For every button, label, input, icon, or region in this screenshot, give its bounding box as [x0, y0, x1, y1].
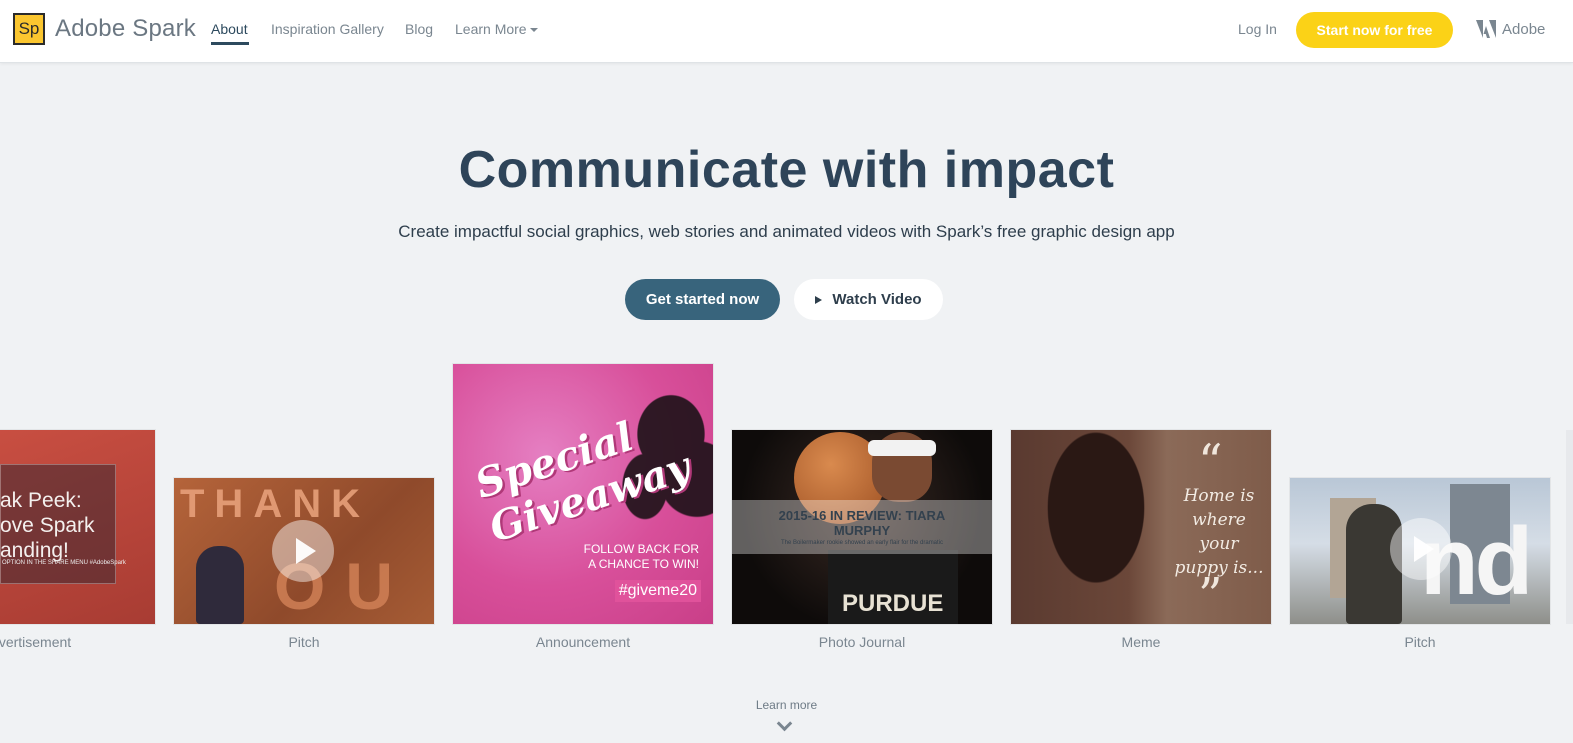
hero-subtitle: Create impactful social graphics, web st…	[398, 222, 1175, 241]
watch-video-button[interactable]: Watch Video	[794, 279, 943, 320]
card-image-tag: #giveme20	[614, 580, 701, 602]
gallery-card-photo-journal[interactable]: PURDUE 2015-16 IN REVIEW: TIARA MURPHY Th…	[732, 430, 992, 624]
card-label-announcement: Announcement	[535, 634, 631, 650]
video-play-icon[interactable]	[1390, 518, 1452, 580]
card-image-headband	[868, 440, 936, 456]
card-image-text: THANK	[180, 482, 370, 526]
card-image-subtext: OPTION IN THE SHARE MENU #AdobeSpark	[2, 560, 126, 566]
login-link[interactable]: Log In	[1238, 21, 1277, 37]
nav-learn-more-label: Learn More	[455, 21, 527, 37]
nav-blog[interactable]: Blog	[405, 21, 433, 37]
card-label-pitch: Pitch	[288, 634, 320, 650]
card-image-person	[196, 546, 244, 624]
gallery-next-card-edge	[1566, 430, 1573, 624]
card-label-pitch-2: Pitch	[1404, 634, 1436, 650]
card-image-text-2: PURDUE	[842, 590, 944, 617]
scroll-down-chevron-icon[interactable]	[776, 715, 793, 732]
gallery-card-announcement[interactable]: Special Giveaway FOLLOW BACK FOR A CHANCE …	[453, 364, 713, 624]
learn-more-link[interactable]: Learn more	[0, 698, 1573, 712]
nav-about[interactable]: About	[211, 21, 248, 37]
card-label-photo-journal: Photo Journal	[818, 634, 906, 650]
quote-close-icon: ”	[1198, 568, 1223, 624]
start-now-button[interactable]: Start now for free	[1296, 12, 1453, 48]
video-play-icon[interactable]	[272, 520, 334, 582]
card-image-subtext: The Boilermaker rookie showed an early f…	[780, 540, 944, 546]
get-started-button[interactable]: Get started now	[625, 279, 780, 320]
card-label-meme: Meme	[1121, 634, 1161, 650]
spark-logo-icon[interactable]: Sp	[13, 13, 45, 45]
adobe-link[interactable]: Adobe	[1476, 20, 1545, 38]
card-image-dog	[1021, 430, 1171, 624]
watch-video-label: Watch Video	[832, 291, 922, 308]
play-icon	[815, 295, 823, 304]
gallery-card-advertisement[interactable]: ak Peek: ove Spark anding! OPTION IN THE S…	[0, 430, 155, 624]
gallery-card-pitch-2[interactable]: nd	[1290, 478, 1550, 624]
hero-title: Communicate with impact	[458, 141, 1115, 199]
brand-name[interactable]: Adobe Spark	[55, 15, 196, 43]
logo-text: Sp	[18, 19, 40, 38]
top-navigation-bar: Sp Adobe Spark About Inspiration Gallery…	[0, 0, 1573, 63]
card-label-advertisement: vertisement	[0, 634, 72, 650]
adobe-logo-icon	[1476, 20, 1496, 38]
chevron-down-icon	[529, 28, 538, 33]
card-image-text: ak Peek: ove Spark anding!	[0, 489, 95, 562]
adobe-label: Adobe	[1502, 20, 1546, 38]
quote-open-icon: “	[1198, 434, 1223, 490]
nav-learn-more[interactable]: Learn More	[455, 21, 538, 37]
gallery-card-pitch[interactable]: THANK OU	[174, 478, 434, 624]
card-image-subtext: FOLLOW BACK FOR A CHANCE TO WIN!	[583, 542, 699, 571]
card-image-text: 2015-16 IN REVIEW: TIARA MURPHY	[778, 508, 946, 538]
card-image-text: Special Giveaway	[469, 413, 696, 552]
gallery-card-meme[interactable]: “ Home is where your puppy is... ”	[1011, 430, 1271, 624]
card-image-text: Home is where your puppy is...	[1174, 486, 1264, 578]
nav-inspiration-gallery[interactable]: Inspiration Gallery	[271, 21, 384, 37]
nav-active-indicator	[211, 42, 249, 45]
